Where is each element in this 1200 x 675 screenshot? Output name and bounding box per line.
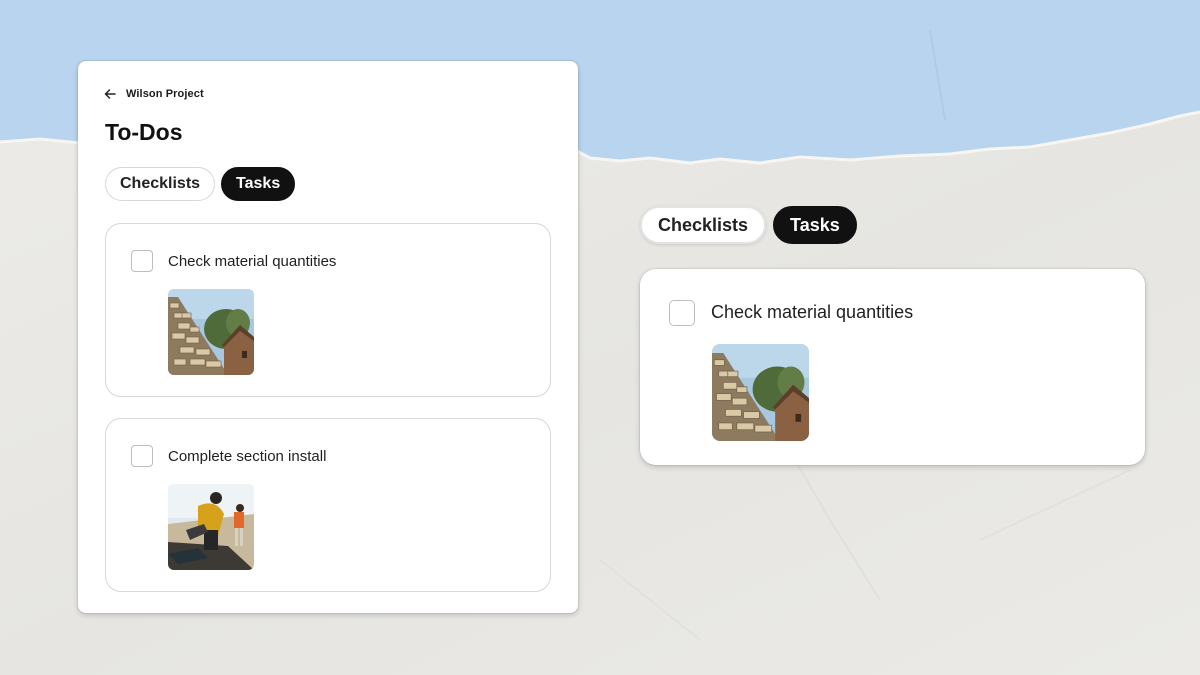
task-checkbox[interactable] (131, 445, 153, 467)
todo-tabs: Checklists Tasks (105, 167, 296, 201)
tab-checklists[interactable]: Checklists (105, 167, 216, 201)
back-link-label[interactable]: Wilson Project (126, 88, 204, 100)
task-item[interactable]: Complete section install (105, 418, 551, 592)
task-item[interactable]: Check material quantities (105, 223, 551, 397)
zoom-task-card[interactable]: Check material quantities (640, 269, 1145, 465)
tab-tasks[interactable]: Tasks (221, 167, 296, 201)
roofers-working-photo[interactable] (168, 484, 254, 570)
roof-shingles-photo[interactable] (712, 344, 809, 441)
zoom-tabs: Checklists Tasks (640, 206, 857, 244)
task-label: Complete section install (168, 448, 327, 465)
task-checkbox[interactable] (131, 250, 153, 272)
page-title: To-Dos (105, 119, 183, 145)
task-label: Check material quantities (168, 253, 337, 270)
task-label: Check material quantities (711, 302, 914, 322)
tab-tasks[interactable]: Tasks (773, 206, 857, 244)
roof-shingles-photo[interactable] (168, 289, 254, 375)
todos-card: Wilson Project To-Dos Checklists Tasks C… (78, 61, 578, 613)
task-checkbox[interactable] (669, 300, 695, 326)
tab-checklists[interactable]: Checklists (640, 206, 767, 244)
arrow-left-icon[interactable] (104, 88, 116, 100)
back-link[interactable]: Wilson Project (104, 88, 204, 100)
